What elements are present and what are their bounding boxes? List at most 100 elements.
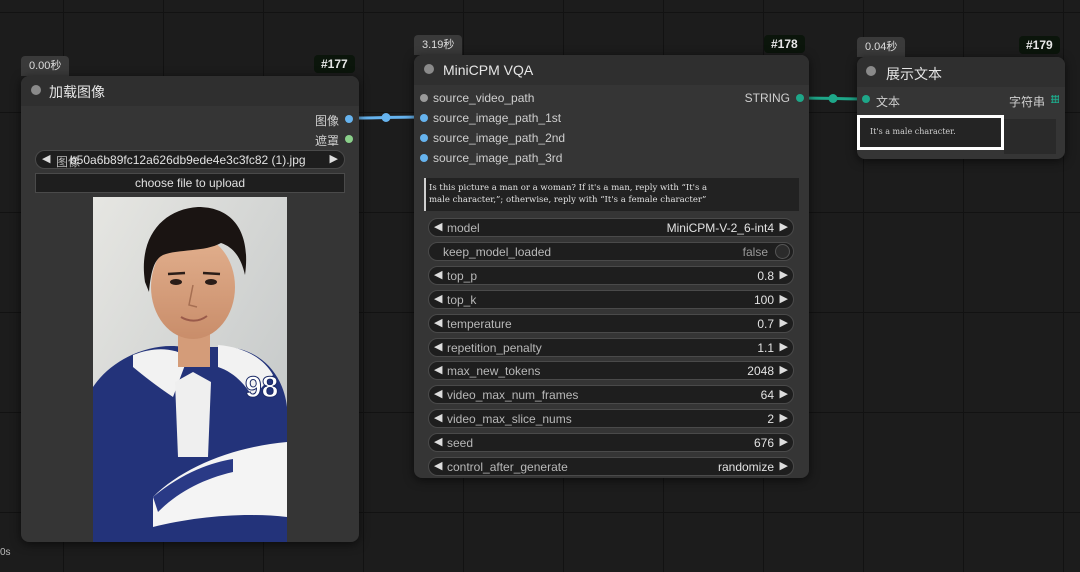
- portrait-photo: 98: [93, 197, 287, 542]
- top-p-left-arrow-icon[interactable]: ◀: [434, 268, 442, 281]
- vqa-node-collapse-dot[interactable]: [424, 64, 434, 74]
- input-label-text: 文本: [876, 95, 901, 109]
- show-text-node[interactable]: 展示文本 文本 字符串 It's a male character.: [857, 57, 1065, 159]
- widget-value-max-new-tokens: 2048: [747, 364, 774, 378]
- show-node-id-badge: #179: [1019, 36, 1060, 54]
- input-label-image-3rd: source_image_path_3rd: [433, 151, 563, 165]
- widget-label-repetition-penalty: repetition_penalty: [447, 341, 542, 355]
- widget-label-seed: seed: [447, 436, 474, 450]
- load-node-collapse-dot[interactable]: [31, 85, 41, 95]
- widget-top-k[interactable]: ◀ top_k 100 ▶: [428, 290, 794, 309]
- prompt-line-1: Is this picture a man or a woman? If it'…: [429, 183, 708, 193]
- image-wire-midpoint: [381, 113, 391, 122]
- temperature-left-arrow-icon[interactable]: ◀: [434, 316, 442, 329]
- output-slot-image[interactable]: [345, 115, 353, 123]
- output-label-string: STRING: [744, 91, 790, 105]
- widget-video-max-slice-nums[interactable]: ◀ video_max_slice_nums 2 ▶: [428, 409, 794, 428]
- widget-model[interactable]: ◀ model MiniCPM-V-2_6-int4 ▶: [428, 218, 794, 237]
- widget-video-max-num-frames[interactable]: ◀ video_max_num_frames 64 ▶: [428, 385, 794, 404]
- prompt-line-2: male character,”; otherwise, reply with …: [429, 195, 707, 205]
- widget-top-p[interactable]: ◀ top_p 0.8 ▶: [428, 266, 794, 285]
- prompt-textarea[interactable]: Is this picture a man or a woman? If it'…: [424, 178, 799, 211]
- widget-value-video-max-num-frames: 64: [760, 388, 774, 402]
- widget-value-model: MiniCPM-V-2_6-int4: [666, 221, 774, 235]
- widget-value-keep-model-loaded: false: [742, 245, 768, 259]
- control-right-arrow-icon[interactable]: ▶: [780, 459, 788, 472]
- widget-value-seed: 676: [753, 436, 774, 450]
- load-node-timing: 0.00秒: [21, 56, 70, 76]
- input-label-image-1st: source_image_path_1st: [433, 111, 562, 125]
- widget-label-max-new-tokens: max_new_tokens: [447, 364, 541, 378]
- output-label-string-cn: 字符串: [1008, 95, 1045, 109]
- widget-max-new-tokens[interactable]: ◀ max_new_tokens 2048 ▶: [428, 361, 794, 380]
- output-label-image: 图像: [314, 114, 339, 128]
- show-node-collapse-dot[interactable]: [866, 66, 876, 76]
- toggle-knob-icon[interactable]: [775, 244, 790, 259]
- load-node-title: 加载图像: [49, 84, 105, 100]
- load-image-node[interactable]: 加载图像 图像 遮罩 ◀ 图像 b50a6b89fc12a626db9ede4e…: [21, 76, 359, 542]
- temperature-right-arrow-icon[interactable]: ▶: [780, 316, 788, 329]
- combo-left-arrow-icon[interactable]: ◀: [42, 152, 50, 165]
- widget-value-video-max-slice-nums: 2: [767, 412, 774, 426]
- top-k-right-arrow-icon[interactable]: ▶: [780, 292, 788, 305]
- max-new-tokens-left-arrow-icon[interactable]: ◀: [434, 363, 442, 376]
- combo-right-arrow-icon[interactable]: ▶: [330, 152, 338, 165]
- widget-seed[interactable]: ◀ seed 676 ▶: [428, 433, 794, 452]
- show-node-timing: 0.04秒: [857, 37, 906, 57]
- minicpm-vqa-node[interactable]: MiniCPM VQA source_video_path source_ima…: [414, 55, 809, 478]
- repetition-penalty-left-arrow-icon[interactable]: ◀: [434, 340, 442, 353]
- video-frames-left-arrow-icon[interactable]: ◀: [434, 387, 442, 400]
- widget-temperature[interactable]: ◀ temperature 0.7 ▶: [428, 314, 794, 333]
- widget-keep-model-loaded[interactable]: keep_model_loaded false: [428, 242, 794, 261]
- model-right-arrow-icon[interactable]: ▶: [780, 220, 788, 233]
- seed-right-arrow-icon[interactable]: ▶: [780, 435, 788, 448]
- show-node-title: 展示文本: [886, 66, 942, 82]
- widget-label-control-after-generate: control_after_generate: [447, 460, 568, 474]
- control-left-arrow-icon[interactable]: ◀: [434, 459, 442, 472]
- input-label-video: source_video_path: [433, 91, 535, 105]
- input-slot-image-2nd[interactable]: [420, 134, 428, 142]
- max-new-tokens-right-arrow-icon[interactable]: ▶: [780, 363, 788, 376]
- output-slot-string[interactable]: [796, 94, 804, 102]
- widget-label-temperature: temperature: [447, 317, 512, 331]
- input-slot-image-3rd[interactable]: [420, 154, 428, 162]
- video-frames-right-arrow-icon[interactable]: ▶: [780, 387, 788, 400]
- input-slot-image-1st[interactable]: [420, 114, 428, 122]
- repetition-penalty-right-arrow-icon[interactable]: ▶: [780, 340, 788, 353]
- video-slices-left-arrow-icon[interactable]: ◀: [434, 411, 442, 424]
- widget-label-top-k: top_k: [447, 293, 477, 307]
- output-text-display[interactable]: It's a male character.: [857, 115, 1004, 150]
- list-output-grid-icon[interactable]: [1051, 95, 1059, 103]
- widget-repetition-penalty[interactable]: ◀ repetition_penalty 1.1 ▶: [428, 338, 794, 357]
- output-text-area-bg: [1004, 119, 1056, 154]
- widget-value-temperature: 0.7: [757, 317, 774, 331]
- model-left-arrow-icon[interactable]: ◀: [434, 220, 442, 233]
- widget-label-video-max-num-frames: video_max_num_frames: [447, 388, 579, 402]
- vqa-node-title: MiniCPM VQA: [443, 62, 534, 78]
- output-label-mask: 遮罩: [314, 134, 339, 148]
- video-slices-right-arrow-icon[interactable]: ▶: [780, 411, 788, 424]
- stray-timing-label: 0s: [0, 547, 11, 558]
- vqa-node-timing: 3.19秒: [414, 35, 463, 55]
- input-slot-video[interactable]: [420, 94, 428, 102]
- output-slot-mask[interactable]: [345, 135, 353, 143]
- widget-value-repetition-penalty: 1.1: [757, 341, 774, 355]
- image-preview: 98: [93, 197, 287, 542]
- vqa-node-id-badge: #178: [764, 35, 805, 53]
- widget-label-keep-model-loaded: keep_model_loaded: [443, 245, 552, 259]
- top-k-left-arrow-icon[interactable]: ◀: [434, 292, 442, 305]
- input-label-image-2nd: source_image_path_2nd: [433, 131, 566, 145]
- svg-text:98: 98: [245, 371, 278, 404]
- input-slot-text[interactable]: [862, 95, 870, 103]
- string-wire-midpoint: [828, 94, 838, 103]
- load-node-id-badge: #177: [314, 55, 355, 73]
- upload-button[interactable]: choose file to upload: [35, 173, 345, 193]
- seed-left-arrow-icon[interactable]: ◀: [434, 435, 442, 448]
- widget-label-model: model: [447, 221, 480, 235]
- widget-label-video-max-slice-nums: video_max_slice_nums: [447, 412, 572, 426]
- widget-value-top-k: 100: [753, 293, 774, 307]
- top-p-right-arrow-icon[interactable]: ▶: [780, 268, 788, 281]
- widget-control-after-generate[interactable]: ◀ control_after_generate randomize ▶: [428, 457, 794, 476]
- widget-value-top-p: 0.8: [757, 269, 774, 283]
- image-file-combo[interactable]: ◀ 图像 b50a6b89fc12a626db9ede4e3c3fc82 (1)…: [35, 150, 345, 169]
